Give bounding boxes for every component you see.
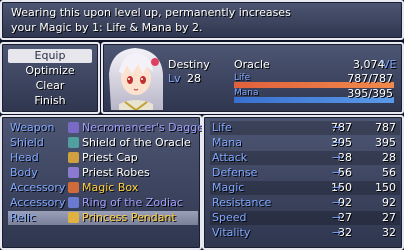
param-name: Defense [212, 166, 258, 179]
equip-slot-item: Necromancer's Dagger [82, 121, 209, 134]
arrow-right-icon: → [332, 166, 342, 179]
parameter-compare-window: Life 787 → 787 Mana 395 → 395 Attack 28 → 28 Defense… [202, 115, 404, 250]
equip-slot-item: Magic Box [82, 181, 139, 194]
equip-slot-name: Weapon [10, 121, 55, 134]
param-row: Defense 56 → 56 [210, 166, 400, 180]
cap-icon [68, 152, 79, 163]
param-new-value: 92 [382, 196, 396, 209]
equip-slot-item: Ring of the Zodiac [82, 196, 183, 209]
param-name: Vitality [212, 226, 251, 239]
param-new-value: 56 [382, 166, 396, 179]
equip-slot-row[interactable]: Head Priest Cap [8, 151, 198, 165]
dagger-icon [68, 122, 79, 133]
help-window: Wearing this upon level up, permanently … [0, 0, 404, 40]
param-new-value: 395 [375, 136, 396, 149]
box-icon [68, 182, 79, 193]
optimize-command[interactable]: Optimize [8, 64, 92, 78]
param-row: Vitality 32 → 32 [210, 226, 400, 240]
arrow-right-icon: → [332, 196, 342, 209]
ring-icon [68, 197, 79, 208]
level-label: Lv [168, 72, 181, 85]
param-new-value: 787 [375, 121, 396, 134]
command-window: Equip Optimize Clear Finish [0, 42, 100, 114]
param-name: Mana [212, 136, 242, 149]
param-row: Mana 395 → 395 [210, 136, 400, 150]
param-new-value: 150 [375, 181, 396, 194]
param-new-value: 28 [382, 151, 396, 164]
arrow-right-icon: → [332, 136, 342, 149]
level-value: 28 [187, 72, 201, 85]
equip-slot-name: Body [10, 166, 38, 179]
equip-slot-name: Relic [10, 211, 37, 224]
param-name: Resistance [212, 196, 272, 209]
hp-value: 787/787 [347, 72, 393, 85]
param-name: Attack [212, 151, 248, 164]
arrow-right-icon: → [332, 226, 342, 239]
mp-label: Mana [234, 88, 259, 98]
actor-status-window: Destiny Oracle 3,074 VE Lv 28 Life 787/7… [101, 42, 404, 114]
param-new-value: 27 [382, 211, 396, 224]
help-text-line-1: Wearing this upon level up, permanently … [11, 6, 291, 19]
param-name: Magic [212, 181, 245, 194]
equip-slot-name: Head [10, 151, 39, 164]
equip-slot-row[interactable]: Accessory Ring of the Zodiac [8, 196, 198, 210]
help-text-line-2: your Magic by 1: Life & Mana by 2. [11, 21, 203, 34]
shield-icon [68, 137, 79, 148]
equip-slot-item: Priest Robes [82, 166, 150, 179]
param-name: Life [212, 121, 232, 134]
equip-slot-name: Accessory [10, 196, 66, 209]
hp-label: Life [234, 73, 251, 83]
param-row: Speed 27 → 27 [210, 211, 400, 225]
param-new-value: 32 [382, 226, 396, 239]
equip-slot-item: Priest Cap [82, 151, 138, 164]
param-row: Magic 150 → 150 [210, 181, 400, 195]
param-name: Speed [212, 211, 247, 224]
clear-command[interactable]: Clear [8, 79, 92, 93]
param-row: Resistance 92 → 92 [210, 196, 400, 210]
equipment-slot-window: Weapon Necromancer's Dagger Shield Shield o… [0, 115, 209, 250]
equip-slot-row[interactable]: Body Priest Robes [8, 166, 198, 180]
arrow-right-icon: → [332, 211, 342, 224]
pendant-icon [68, 212, 79, 223]
equip-slot-row[interactable]: Relic Princess Pendant [8, 211, 198, 225]
gold-unit: VE [382, 58, 397, 71]
finish-command[interactable]: Finish [8, 94, 92, 108]
actor-portrait [105, 44, 167, 110]
equip-slot-row[interactable]: Shield Shield of the Oracle [8, 136, 198, 150]
equip-slot-name: Shield [10, 136, 44, 149]
actor-name: Destiny [168, 58, 210, 71]
param-row: Life 787 → 787 [210, 121, 400, 135]
equip-command[interactable]: Equip [8, 49, 92, 63]
equip-slot-row[interactable]: Weapon Necromancer's Dagger [8, 121, 209, 135]
mp-value: 395/395 [347, 87, 393, 100]
equip-slot-item: Shield of the Oracle [82, 136, 191, 149]
equip-slot-name: Accessory [10, 181, 66, 194]
arrow-right-icon: → [332, 181, 342, 194]
gold-amount: 3,074 [353, 58, 385, 71]
actor-class: Oracle [234, 58, 270, 71]
equip-slot-row[interactable]: Accessory Magic Box [8, 181, 198, 195]
param-row: Attack 28 → 28 [210, 151, 400, 165]
arrow-right-icon: → [332, 151, 342, 164]
robe-icon [68, 167, 79, 178]
arrow-right-icon: → [332, 121, 342, 134]
equip-slot-item: Princess Pendant [82, 211, 176, 224]
